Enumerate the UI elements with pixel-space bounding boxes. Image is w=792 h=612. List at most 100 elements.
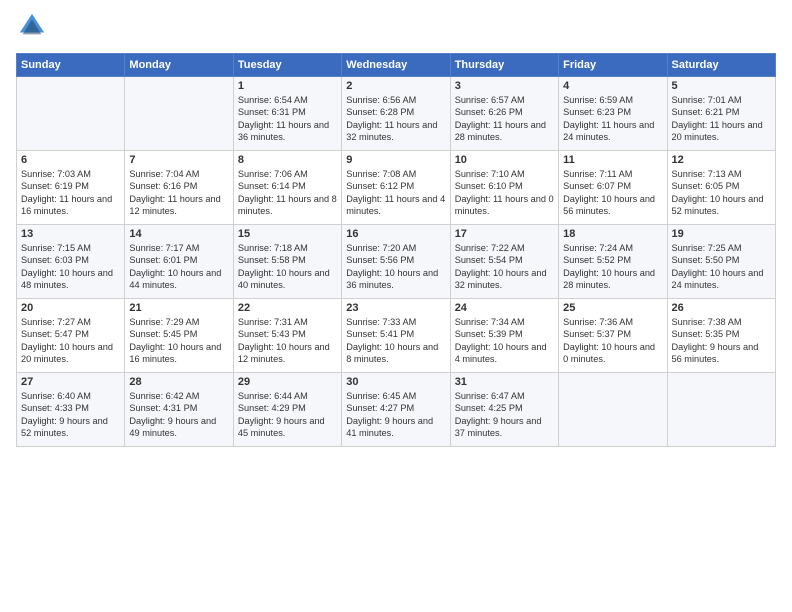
calendar-cell: 20 Sunrise: 7:27 AM Sunset: 5:47 PM Dayli… (17, 299, 125, 373)
day-number: 12 (672, 154, 771, 166)
cell-content: Sunrise: 7:10 AM Sunset: 6:10 PM Dayligh… (455, 168, 554, 218)
calendar-cell: 7 Sunrise: 7:04 AM Sunset: 6:16 PM Daylig… (125, 151, 233, 225)
cell-content: Sunrise: 7:36 AM Sunset: 5:37 PM Dayligh… (563, 316, 662, 366)
calendar-week-row: 1 Sunrise: 6:54 AM Sunset: 6:31 PM Daylig… (17, 77, 776, 151)
calendar-cell: 28 Sunrise: 6:42 AM Sunset: 4:31 PM Dayli… (125, 373, 233, 447)
cell-content: Sunrise: 6:59 AM Sunset: 6:23 PM Dayligh… (563, 94, 662, 144)
logo-icon (18, 12, 46, 40)
day-number: 9 (346, 154, 445, 166)
day-number: 30 (346, 376, 445, 388)
calendar-cell: 16 Sunrise: 7:20 AM Sunset: 5:56 PM Dayli… (342, 225, 450, 299)
cell-content: Sunrise: 7:27 AM Sunset: 5:47 PM Dayligh… (21, 316, 120, 366)
calendar-table: SundayMondayTuesdayWednesdayThursdayFrid… (16, 53, 776, 447)
calendar-body: 1 Sunrise: 6:54 AM Sunset: 6:31 PM Daylig… (17, 77, 776, 447)
calendar-cell: 10 Sunrise: 7:10 AM Sunset: 6:10 PM Dayli… (450, 151, 558, 225)
day-number: 7 (129, 154, 228, 166)
day-number: 26 (672, 302, 771, 314)
calendar-cell: 6 Sunrise: 7:03 AM Sunset: 6:19 PM Daylig… (17, 151, 125, 225)
calendar-cell: 26 Sunrise: 7:38 AM Sunset: 5:35 PM Dayli… (667, 299, 775, 373)
calendar-cell: 15 Sunrise: 7:18 AM Sunset: 5:58 PM Dayli… (233, 225, 341, 299)
day-number: 1 (238, 80, 337, 92)
day-number: 24 (455, 302, 554, 314)
weekday-header: Monday (125, 54, 233, 77)
logo (16, 16, 46, 45)
day-number: 25 (563, 302, 662, 314)
day-number: 21 (129, 302, 228, 314)
calendar-cell: 31 Sunrise: 6:47 AM Sunset: 4:25 PM Dayli… (450, 373, 558, 447)
day-number: 16 (346, 228, 445, 240)
cell-content: Sunrise: 7:33 AM Sunset: 5:41 PM Dayligh… (346, 316, 445, 366)
calendar-cell: 13Sunrise: 7:15 AM Sunset: 6:03 PM Dayli… (17, 225, 125, 299)
cell-content: Sunrise: 7:08 AM Sunset: 6:12 PM Dayligh… (346, 168, 445, 218)
day-number: 19 (672, 228, 771, 240)
calendar-cell: 29 Sunrise: 6:44 AM Sunset: 4:29 PM Dayli… (233, 373, 341, 447)
weekday-header: Saturday (667, 54, 775, 77)
calendar-cell: 12 Sunrise: 7:13 AM Sunset: 6:05 PM Dayli… (667, 151, 775, 225)
calendar-cell: 4 Sunrise: 6:59 AM Sunset: 6:23 PM Daylig… (559, 77, 667, 151)
cell-content: Sunrise: 6:54 AM Sunset: 6:31 PM Dayligh… (238, 94, 337, 144)
calendar-cell: 30Sunrise: 6:45 AM Sunset: 4:27 PM Dayli… (342, 373, 450, 447)
cell-content: Sunrise: 6:47 AM Sunset: 4:25 PM Dayligh… (455, 390, 554, 440)
calendar-cell: 22 Sunrise: 7:31 AM Sunset: 5:43 PM Dayli… (233, 299, 341, 373)
calendar-cell: 18 Sunrise: 7:24 AM Sunset: 5:52 PM Dayli… (559, 225, 667, 299)
day-number: 10 (455, 154, 554, 166)
day-number: 4 (563, 80, 662, 92)
calendar-cell (125, 77, 233, 151)
day-number: 22 (238, 302, 337, 314)
cell-content: Sunrise: 6:57 AM Sunset: 6:26 PM Dayligh… (455, 94, 554, 144)
calendar-cell: 3 Sunrise: 6:57 AM Sunset: 6:26 PM Daylig… (450, 77, 558, 151)
calendar-week-row: 27Sunrise: 6:40 AM Sunset: 4:33 PM Dayli… (17, 373, 776, 447)
day-number: 29 (238, 376, 337, 388)
calendar-cell: 2 Sunrise: 6:56 AM Sunset: 6:28 PM Daylig… (342, 77, 450, 151)
cell-content: Sunrise: 7:18 AM Sunset: 5:58 PM Dayligh… (238, 242, 337, 292)
cell-content: Sunrise: 7:20 AM Sunset: 5:56 PM Dayligh… (346, 242, 445, 292)
weekday-header: Wednesday (342, 54, 450, 77)
cell-content: Sunrise: 7:34 AM Sunset: 5:39 PM Dayligh… (455, 316, 554, 366)
day-number: 28 (129, 376, 228, 388)
day-number: 6 (21, 154, 120, 166)
cell-content: Sunrise: 7:03 AM Sunset: 6:19 PM Dayligh… (21, 168, 120, 218)
cell-content: Sunrise: 7:31 AM Sunset: 5:43 PM Dayligh… (238, 316, 337, 366)
cell-content: Sunrise: 7:38 AM Sunset: 5:35 PM Dayligh… (672, 316, 771, 366)
page: SundayMondayTuesdayWednesdayThursdayFrid… (0, 0, 792, 455)
calendar-cell (667, 373, 775, 447)
day-number: 15 (238, 228, 337, 240)
cell-content: Sunrise: 6:44 AM Sunset: 4:29 PM Dayligh… (238, 390, 337, 440)
calendar-cell: 25 Sunrise: 7:36 AM Sunset: 5:37 PM Dayli… (559, 299, 667, 373)
cell-content: Sunrise: 7:17 AM Sunset: 6:01 PM Dayligh… (129, 242, 228, 292)
cell-content: Sunrise: 7:04 AM Sunset: 6:16 PM Dayligh… (129, 168, 228, 218)
calendar-header-row: SundayMondayTuesdayWednesdayThursdayFrid… (17, 54, 776, 77)
calendar-cell: 21 Sunrise: 7:29 AM Sunset: 5:45 PM Dayli… (125, 299, 233, 373)
header (16, 16, 776, 45)
day-number: 8 (238, 154, 337, 166)
cell-content: Sunrise: 6:56 AM Sunset: 6:28 PM Dayligh… (346, 94, 445, 144)
calendar-week-row: 6 Sunrise: 7:03 AM Sunset: 6:19 PM Daylig… (17, 151, 776, 225)
cell-content: Sunrise: 7:15 AM Sunset: 6:03 PM Dayligh… (21, 242, 120, 292)
day-number: 5 (672, 80, 771, 92)
calendar-cell: 19Sunrise: 7:25 AM Sunset: 5:50 PM Dayli… (667, 225, 775, 299)
day-number: 20 (21, 302, 120, 314)
day-number: 31 (455, 376, 554, 388)
day-number: 3 (455, 80, 554, 92)
cell-content: Sunrise: 7:24 AM Sunset: 5:52 PM Dayligh… (563, 242, 662, 292)
calendar-cell: 23Sunrise: 7:33 AM Sunset: 5:41 PM Dayli… (342, 299, 450, 373)
cell-content: Sunrise: 7:11 AM Sunset: 6:07 PM Dayligh… (563, 168, 662, 218)
cell-content: Sunrise: 6:42 AM Sunset: 4:31 PM Dayligh… (129, 390, 228, 440)
weekday-header: Friday (559, 54, 667, 77)
cell-content: Sunrise: 6:40 AM Sunset: 4:33 PM Dayligh… (21, 390, 120, 440)
calendar-cell (17, 77, 125, 151)
calendar-cell: 24 Sunrise: 7:34 AM Sunset: 5:39 PM Dayli… (450, 299, 558, 373)
calendar-cell: 14Sunrise: 7:17 AM Sunset: 6:01 PM Dayli… (125, 225, 233, 299)
cell-content: Sunrise: 7:13 AM Sunset: 6:05 PM Dayligh… (672, 168, 771, 218)
calendar-cell: 8 Sunrise: 7:06 AM Sunset: 6:14 PM Daylig… (233, 151, 341, 225)
calendar-cell: 5Sunrise: 7:01 AM Sunset: 6:21 PM Daylig… (667, 77, 775, 151)
cell-content: Sunrise: 7:29 AM Sunset: 5:45 PM Dayligh… (129, 316, 228, 366)
weekday-header: Sunday (17, 54, 125, 77)
day-number: 18 (563, 228, 662, 240)
weekday-header: Thursday (450, 54, 558, 77)
cell-content: Sunrise: 7:06 AM Sunset: 6:14 PM Dayligh… (238, 168, 337, 218)
weekday-header: Tuesday (233, 54, 341, 77)
cell-content: Sunrise: 7:22 AM Sunset: 5:54 PM Dayligh… (455, 242, 554, 292)
day-number: 2 (346, 80, 445, 92)
calendar-cell (559, 373, 667, 447)
